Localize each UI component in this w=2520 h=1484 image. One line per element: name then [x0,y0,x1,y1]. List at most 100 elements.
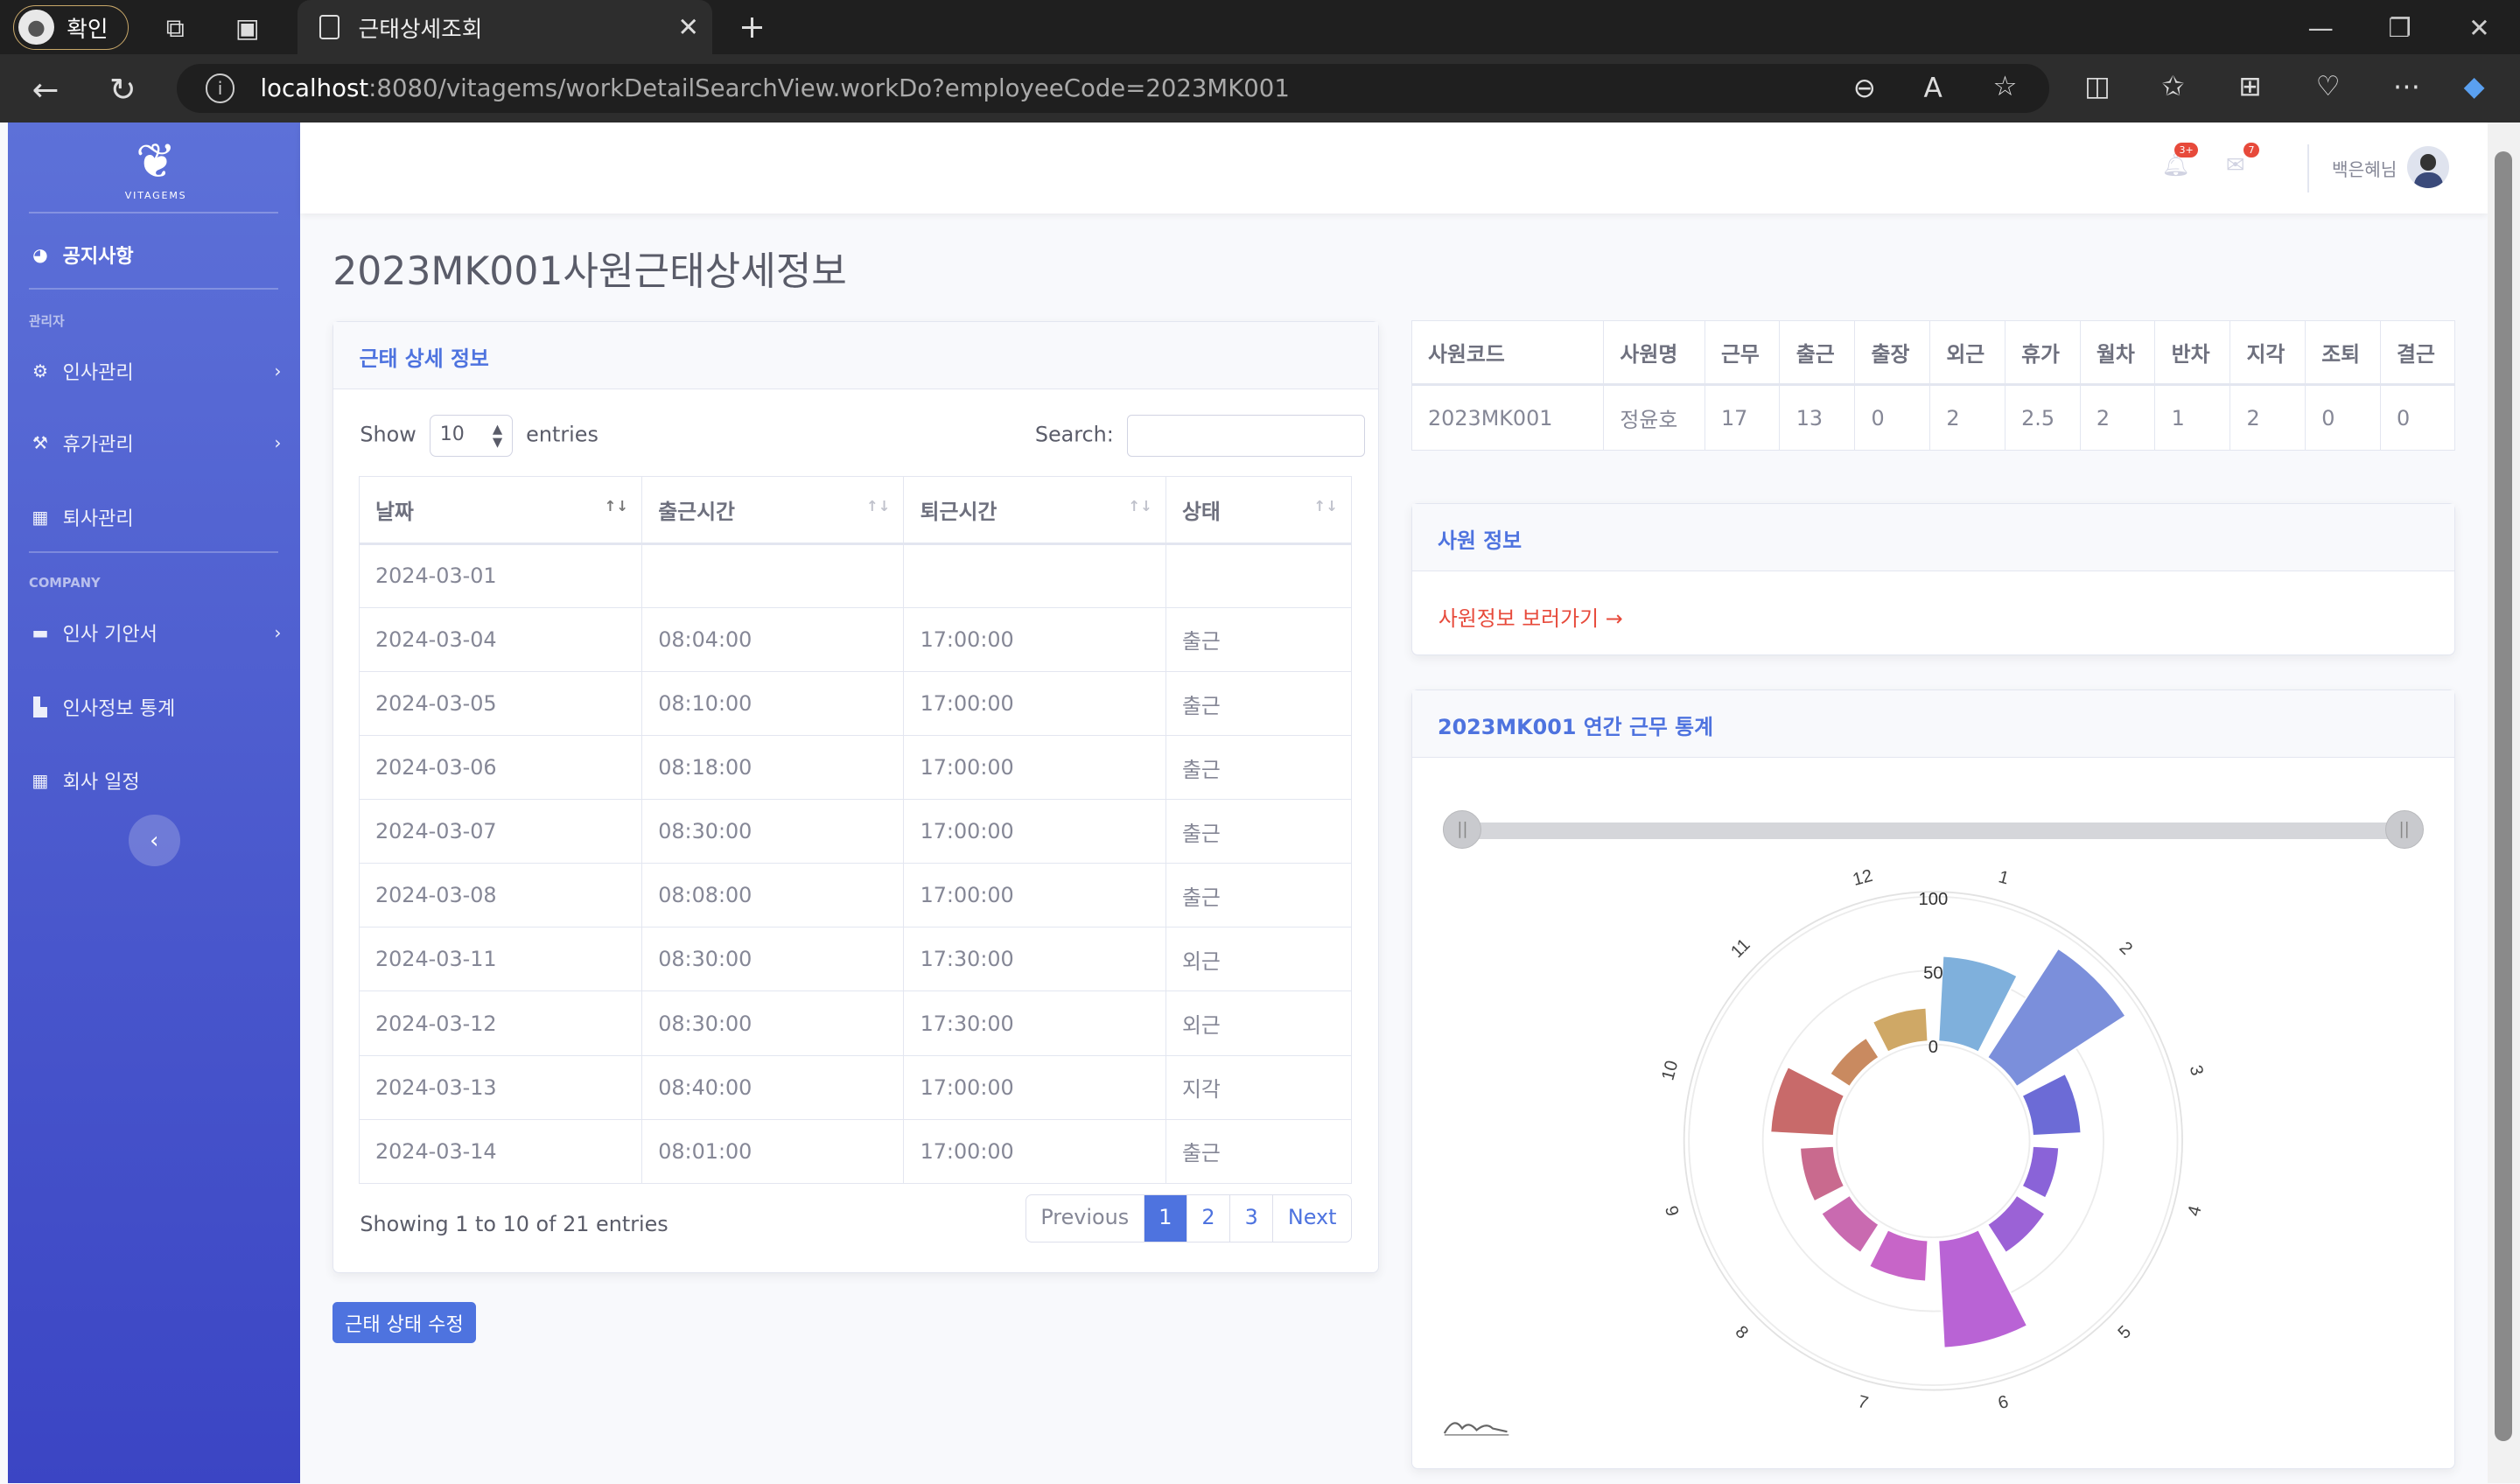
read-aloud-icon[interactable]: A [1924,73,1942,104]
cell-checkin: 08:30:00 [640,990,905,1056]
attendance-summary-table: 사원코드 사원명 근무 출근 출장 외근 휴가 월차 반차 지각 조퇴 결근 2023MK001 정윤호… [1410,319,2456,452]
zoom-out-icon[interactable]: ⊖ [1853,73,1876,104]
favorite-star-icon[interactable]: ☆ [1993,71,2018,102]
table-row: 2024-03-06 08:18:00 17:00:00 출근 [358,735,1352,801]
summary-cell: 17 [1704,383,1781,452]
cell-status: 출근 [1165,606,1352,672]
column-header-checkout[interactable]: 퇴근시간 ↑↓ [903,475,1166,545]
alerts-button[interactable]: 🔔︎ 3+ [2161,143,2199,178]
restore-icon[interactable]: ❐ [2388,13,2411,43]
polar-bar-5[interactable] [1986,1194,2047,1254]
sidebar-item-hr[interactable]: ⚙ 인사관리 › [31,357,288,385]
favorites-icon[interactable]: ✩ [2161,71,2184,102]
sort-asc-icon: ↑↓ [604,497,629,514]
site-info-icon[interactable]: i [206,74,235,103]
polar-bar-2[interactable] [1986,948,2127,1088]
user-avatar[interactable] [2407,146,2450,188]
edit-status-button[interactable]: 근태 상태 수정 [332,1301,476,1344]
sidebar-item-schedule[interactable]: ▦ 회사 일정 [31,766,288,794]
slider-handle-end[interactable]: || [2384,809,2424,849]
close-tab-icon[interactable]: ✕ [677,12,699,42]
sidebar-item-resignation[interactable]: ▦ 퇴사관리 [31,503,288,531]
sort-icon: ↑↓ [865,497,891,514]
cell-date: 2024-03-01 [358,542,642,608]
browser-essentials-icon[interactable]: ♡ [2316,71,2341,102]
sidebar-item-label: 인사 기안서 [62,624,158,647]
sidebar-item-drafts[interactable]: ▬ 인사 기안서 › [31,619,288,647]
minimize-icon[interactable]: — [2308,13,2334,43]
slider-handle-start[interactable]: || [1443,809,1482,849]
workspaces-icon[interactable]: ⧉ [158,13,192,44]
copilot-icon[interactable]: ◆ [2464,71,2485,102]
polar-bar-7[interactable] [1868,1228,1929,1283]
cell-date: 2024-03-06 [358,735,642,801]
brand-logo[interactable]: ❦ VITAGEMS [108,132,204,213]
pagination-page-1[interactable]: 1 [1144,1194,1187,1242]
column-header-status[interactable]: 상태 ↑↓ [1165,475,1352,545]
pagination-previous[interactable]: Previous [1026,1194,1144,1242]
sidebar-divider [29,287,278,290]
url-path: :8080/vitagems/workDetailSearchView.work… [368,74,1290,102]
cell-checkout: 17:00:00 [903,606,1166,672]
cell-status: 외근 [1165,990,1352,1056]
profile-label: 확인 [66,16,108,43]
sidebar-item-notice[interactable]: ◕ 공지사항 [31,241,288,269]
table-row: 2024-03-11 08:30:00 17:30:00 외근 [358,927,1352,992]
table-icon: ▦ [32,770,49,792]
cell-status: 출근 [1165,799,1352,864]
column-header-date[interactable]: 날짜 ↑↓ [358,475,642,545]
more-options-icon[interactable]: ⋯ [2393,71,2420,102]
angular-tick-label: 3 [2186,1063,2207,1078]
pagination-page-3[interactable]: 3 [1230,1194,1274,1242]
search-input[interactable] [1126,414,1365,457]
polar-bar-10[interactable] [1769,1066,1845,1138]
profile-button[interactable]: ● 확인 [12,4,129,50]
sidebar-item-statistics[interactable]: ▙ 인사정보 통계 [31,693,288,721]
active-tab[interactable]: 근태상세조회 ✕ [297,0,712,55]
pagination: Previous 1 2 3 Next [1025,1194,1352,1242]
pagination-next[interactable]: Next [1273,1195,1351,1242]
radial-tick-label: 50 [1923,964,1942,984]
page-scrollbar[interactable] [2488,122,2520,1484]
user-name[interactable]: 백은혜님 [2332,156,2397,181]
column-label: 날짜 [374,499,414,524]
entries-select[interactable]: 10 ▲ ▼ [429,414,514,457]
sidebar-divider [29,212,278,214]
cell-status [1165,542,1352,608]
angular-tick-label: 1 [1997,868,2012,889]
collections-icon[interactable]: ⊞ [2239,71,2262,102]
reload-icon[interactable]: ↻ [109,71,136,108]
table-row: 2024-03-13 08:40:00 17:00:00 지각 [358,1054,1352,1120]
employee-info-card: 사원 정보 [1410,502,2456,656]
tab-actions-icon[interactable]: ▣ [230,13,265,43]
messages-button[interactable]: ✉ 7 [2226,143,2260,178]
window-close-icon[interactable]: ✕ [2468,13,2490,43]
scrollbar-thumb[interactable] [2494,150,2512,1442]
split-screen-icon[interactable]: ◫ [2084,71,2110,102]
polar-bar-4[interactable] [2021,1145,2061,1200]
sidebar-item-leave[interactable]: ⚒ 휴가관리 › [31,429,288,457]
column-header-checkin[interactable]: 출근시간 ↑↓ [640,475,905,545]
polar-bar-3[interactable] [2021,1073,2082,1138]
pagination-page-2[interactable]: 2 [1187,1194,1231,1242]
cell-status: 출근 [1165,670,1352,737]
cell-date: 2024-03-11 [358,927,642,992]
new-tab-icon[interactable]: + [734,8,769,46]
summary-column-header: 조퇴 [2304,319,2381,386]
table-row: 2024-03-05 08:10:00 17:00:00 출근 [358,670,1352,737]
cell-checkout: 17:00:00 [903,735,1166,801]
employee-info-link[interactable]: 사원정보 보러가기 → [1438,601,1623,632]
chart-zoom-slider[interactable]: || || [1443,809,2424,849]
browser-tab-bar: ● 확인 ⧉ ▣ 근태상세조회 ✕ + — ❐ ✕ [0,0,2520,55]
angular-tick-label: 7 [1856,1392,1871,1410]
polar-bar-8[interactable] [1820,1194,1880,1254]
polar-bar-11[interactable] [1829,1037,1880,1088]
back-icon[interactable]: ← [32,71,60,108]
sidebar-toggle-button[interactable]: ‹ [128,815,180,866]
url-field[interactable]: i localhost:8080/vitagems/workDetailSear… [177,64,2049,113]
summary-column-header: 사원코드 [1410,319,1605,386]
summary-cell: 0 [2379,383,2456,452]
chevron-right-icon: › [274,360,282,382]
cell-checkin [640,542,905,608]
column-label: 상태 [1181,499,1221,524]
